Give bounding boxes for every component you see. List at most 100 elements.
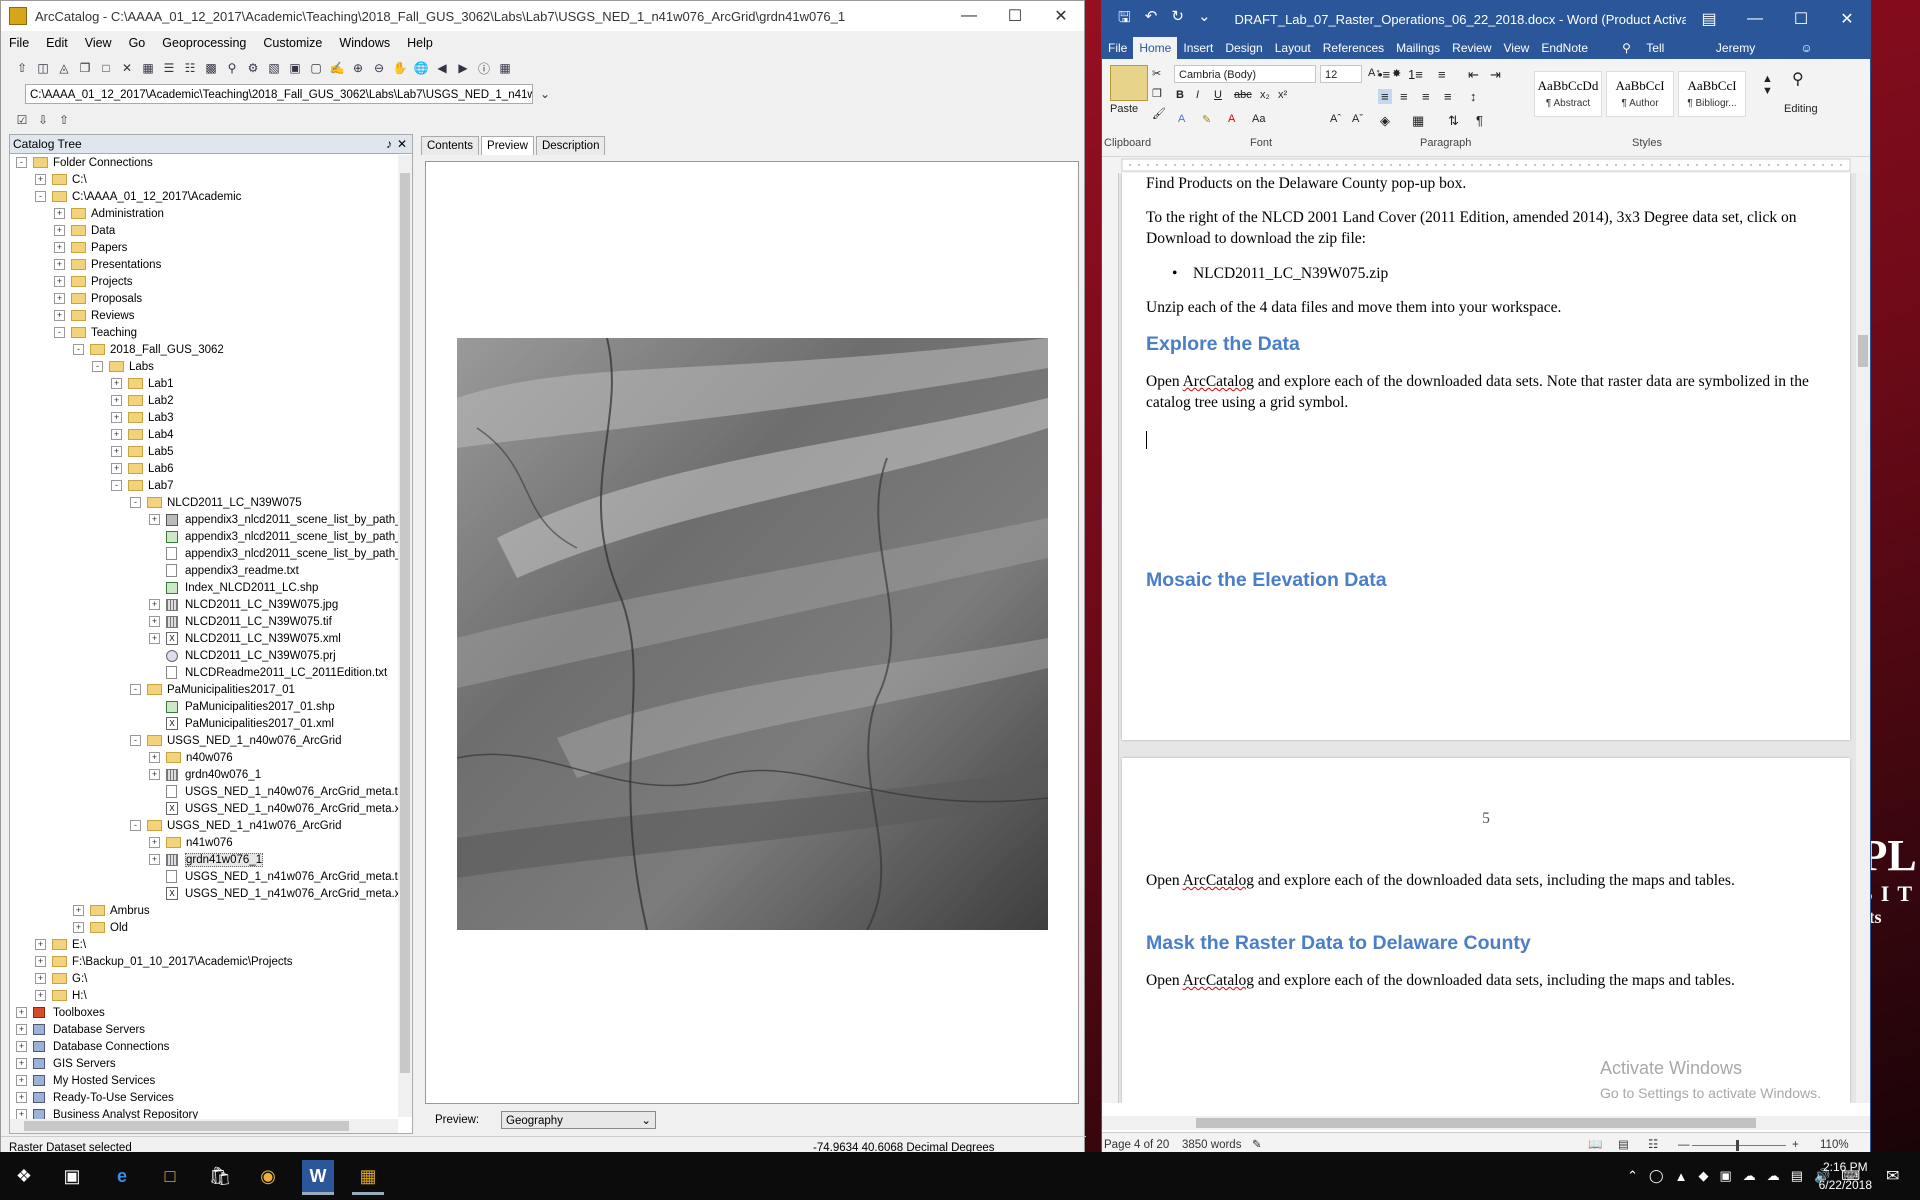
sort-icon[interactable]: ⇅ (1448, 113, 1459, 129)
bold-icon[interactable]: B (1176, 89, 1184, 101)
tree-item[interactable]: + Lab5 (111, 444, 174, 461)
expand-icon[interactable]: + (35, 174, 46, 186)
expand-icon[interactable]: + (16, 1092, 27, 1104)
zoom-out-icon[interactable]: ⊖ (370, 59, 388, 77)
expand-icon[interactable]: + (16, 1041, 27, 1053)
preview-mode-select[interactable]: Geography ⌄ (501, 1111, 656, 1129)
tree-item[interactable]: NLCDReadme2011_LC_2011Edition.txt (149, 665, 387, 682)
collapse-icon[interactable]: - (35, 191, 46, 203)
redo-icon[interactable]: ↻ (1171, 7, 1184, 32)
expand-icon[interactable]: + (111, 378, 122, 390)
tab-contents[interactable]: Contents (421, 136, 480, 155)
expand-icon[interactable]: + (54, 293, 65, 305)
subscript-icon[interactable]: x₂ (1260, 89, 1270, 101)
show-formatting-icon[interactable]: ¶ (1476, 113, 1483, 128)
tray-app-icon[interactable]: ◯ (1649, 1168, 1664, 1184)
expand-icon[interactable]: + (54, 276, 65, 288)
tree-item[interactable]: + Business Analyst Repository (16, 1107, 198, 1119)
borders-icon[interactable]: ▦ (1412, 113, 1424, 129)
minimize-icon[interactable]: — (946, 1, 992, 31)
tree-item[interactable]: + G:\ (35, 971, 87, 988)
action-center-icon[interactable]: ✉ (1886, 1166, 1906, 1186)
tree-item[interactable]: + E:\ (35, 937, 86, 954)
tree-item[interactable]: - USGS_NED_1_n41w076_ArcGrid (130, 818, 342, 835)
tree-item[interactable]: X USGS_NED_1_n40w076_ArcGrid_meta.xm (149, 801, 398, 818)
tree-item[interactable]: + Database Servers (16, 1022, 145, 1039)
copy-icon[interactable]: ❐ (76, 59, 94, 77)
tree-item[interactable]: Index_NLCD2011_LC.shp (149, 580, 318, 597)
tree-item[interactable]: + Data (54, 223, 115, 240)
paste-icon[interactable] (1110, 65, 1148, 101)
tree-item[interactable]: + Old (73, 920, 128, 937)
modelbuilder-icon[interactable]: ▣ (286, 59, 304, 77)
tree-item[interactable]: + grdn40w076_1 (149, 767, 261, 784)
collapse-icon[interactable]: - (73, 344, 84, 356)
create-thumbnail-icon[interactable]: ▦ (496, 59, 514, 77)
expand-icon[interactable]: + (73, 922, 84, 934)
tree-item[interactable]: + Lab4 (111, 427, 174, 444)
paragraph[interactable]: Unzip each of the 4 data files and move … (1146, 297, 1821, 318)
maximize-icon[interactable]: ☐ (992, 1, 1038, 31)
tree-item[interactable]: + Reviews (54, 308, 134, 325)
justify-icon[interactable]: ≡ (1444, 89, 1452, 104)
menu-geoprocessing[interactable]: Geoprocessing (162, 36, 246, 50)
zoom-in-icon[interactable]: ⊕ (349, 59, 367, 77)
back-icon[interactable]: ◀ (433, 59, 451, 77)
edge-icon[interactable]: e (106, 1160, 138, 1192)
ribbon-tab-mailings[interactable]: Mailings (1390, 37, 1446, 59)
menu-edit[interactable]: Edit (46, 36, 68, 50)
close-panel-icon[interactable]: ✕ (397, 135, 407, 153)
tray-app-icon[interactable]: ☁ (1743, 1168, 1756, 1184)
tree-item[interactable]: + Lab3 (111, 410, 174, 427)
paste-icon[interactable]: □ (97, 59, 115, 77)
spelling-error-word[interactable]: ArcCatalog (1183, 972, 1254, 989)
tree-item[interactable]: + Lab6 (111, 461, 174, 478)
expand-icon[interactable]: + (16, 1109, 27, 1119)
expand-icon[interactable]: + (35, 956, 46, 968)
start-icon[interactable]: ❖ (8, 1160, 40, 1192)
paragraph[interactable]: To the right of the NLCD 2001 Land Cover… (1146, 207, 1821, 249)
collapse-icon[interactable]: - (130, 497, 141, 509)
expand-icon[interactable]: + (54, 310, 65, 322)
ribbon-tab-insert[interactable]: Insert (1177, 37, 1219, 59)
ribbon-tab-design[interactable]: Design (1219, 37, 1268, 59)
paragraph[interactable]: Open ArcCatalog and explore each of the … (1146, 970, 1821, 991)
tree-item[interactable]: + Lab1 (111, 376, 174, 393)
arccatalog-taskbar-icon[interactable]: ▦ (352, 1160, 384, 1195)
scrollbar-thumb[interactable] (24, 1121, 349, 1131)
tree-item[interactable]: + Ambrus (73, 903, 150, 920)
ribbon-tab-review[interactable]: Review (1446, 37, 1497, 59)
tree-item[interactable]: appendix3_nlcd2011_scene_list_by_path_ (149, 546, 398, 563)
tree-item[interactable]: + appendix3_nlcd2011_scene_list_by_path_ (149, 512, 398, 529)
tab-preview[interactable]: Preview (481, 136, 534, 155)
ribbon-tab-endnote-x7[interactable]: EndNote X7 (1535, 37, 1610, 77)
spelling-error-word[interactable]: ArcCatalog (1183, 373, 1254, 390)
expand-icon[interactable]: + (149, 514, 160, 526)
disconnect-folder-icon[interactable]: ◬ (55, 59, 73, 77)
tree-item[interactable]: NLCD2011_LC_N39W075.prj (149, 648, 336, 665)
menu-go[interactable]: Go (129, 36, 146, 50)
zoom-slider-thumb[interactable] (1736, 1140, 1739, 1151)
expand-icon[interactable]: + (149, 769, 160, 781)
export-metadata-icon[interactable]: ⇧ (55, 111, 73, 129)
tree-item[interactable]: + Toolboxes (16, 1005, 105, 1022)
font-name-select[interactable]: Cambria (Body) (1174, 65, 1316, 83)
scrollbar-thumb[interactable] (1196, 1118, 1756, 1128)
highlight-icon[interactable]: ✎ (1202, 113, 1211, 126)
tree-item[interactable]: + n41w076 (149, 835, 233, 852)
ribbon-tab-references[interactable]: References (1317, 37, 1390, 59)
copy-icon[interactable]: ❐ (1152, 87, 1162, 100)
undo-icon[interactable]: ↶ (1145, 7, 1158, 32)
zoom-slider[interactable] (1692, 1145, 1786, 1146)
grow-font-size-icon[interactable]: Aˆ (1330, 113, 1341, 125)
tree-item[interactable]: + C:\ (35, 172, 87, 189)
expand-icon[interactable]: + (54, 242, 65, 254)
expand-icon[interactable]: + (54, 225, 65, 237)
tree-item[interactable]: + Papers (54, 240, 127, 257)
expand-icon[interactable]: + (16, 1058, 27, 1070)
collapse-icon[interactable]: - (54, 327, 65, 339)
shrink-font-size-icon[interactable]: Aˇ (1352, 113, 1363, 125)
menu-view[interactable]: View (85, 36, 112, 50)
tree-item[interactable]: + My Hosted Services (16, 1073, 155, 1090)
expand-icon[interactable]: + (54, 208, 65, 220)
